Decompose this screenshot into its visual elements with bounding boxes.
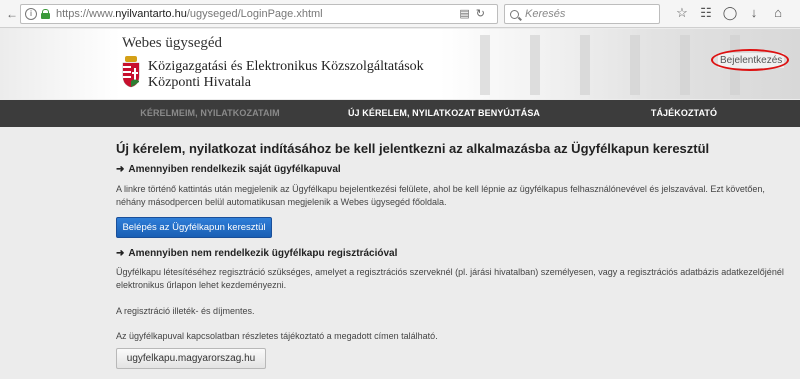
url-text[interactable]: https://www.nyilvantarto.hu/ugyseged/Log… bbox=[56, 8, 323, 20]
lock-icon bbox=[41, 9, 50, 19]
main-menu: KÉRELMEIM, NYILATKOZATAIM ÚJ KÉRELEM, NY… bbox=[0, 100, 800, 127]
site-title: Webes ügysegéd bbox=[122, 35, 223, 51]
info-icon[interactable]: i bbox=[25, 8, 37, 20]
download-icon[interactable]: ↓ bbox=[742, 5, 766, 21]
library-icon[interactable]: ☷ bbox=[694, 5, 718, 21]
coat-of-arms-icon bbox=[122, 56, 140, 88]
org-name-line2: Központi Hivatala bbox=[148, 75, 252, 90]
address-bar[interactable]: i https://www.nyilvantarto.hu/ugyseged/L… bbox=[20, 4, 498, 24]
fee-text: A regisztráció illeték- és díjmentes. bbox=[116, 306, 255, 316]
search-input[interactable]: Keresés bbox=[504, 4, 660, 24]
back-icon[interactable]: ← bbox=[4, 6, 20, 22]
section-heading-no-account: ➜ Amennyiben nem rendelkezik ügyfélkapu r… bbox=[116, 248, 398, 259]
highlight-annotation bbox=[711, 49, 789, 71]
main-content: Új kérelem, nyilatkozat indításához be k… bbox=[0, 127, 800, 379]
info-text: Az ügyfélkapuval kapcsolatban részletes … bbox=[116, 331, 438, 341]
menu-item-info[interactable]: TÁJÉKOZTATÓ bbox=[584, 100, 784, 127]
arrow-right-icon: ➜ bbox=[116, 248, 125, 259]
section-text-has-account: A linkre történő kattintás után megjelen… bbox=[116, 184, 765, 207]
home-icon[interactable]: ⌂ bbox=[766, 5, 790, 21]
section-heading-has-account: ➜ Amennyiben rendelkezik saját ügyfélkapu… bbox=[116, 164, 341, 175]
bookmark-star-icon[interactable]: ☆ bbox=[670, 5, 694, 21]
page-title: Új kérelem, nyilatkozat indításához be k… bbox=[116, 141, 710, 156]
org-name: Közigazgatási és Elektronikus Közszolgál… bbox=[148, 59, 424, 91]
ugyfelkapu-link-button[interactable]: ugyfelkapu.magyarorszag.hu bbox=[116, 348, 266, 369]
site-header: Webes ügysegéd Közigazgatási és Elektron… bbox=[0, 29, 800, 99]
reader-view-icon[interactable]: ▤↻ bbox=[459, 7, 491, 20]
browser-toolbar-icons: ☆ ☷ ◯ ↓ ⌂ bbox=[670, 5, 790, 21]
pocket-icon[interactable]: ◯ bbox=[718, 5, 742, 21]
arrow-right-icon: ➜ bbox=[116, 164, 125, 175]
section-text-no-account: Ügyfélkapu létesítéséhez regisztráció sz… bbox=[116, 267, 784, 290]
search-icon bbox=[510, 9, 519, 19]
menu-item-my-requests[interactable]: KÉRELMEIM, NYILATKOZATAIM bbox=[116, 100, 304, 127]
login-via-ugyfelkapu-button[interactable]: Belépés az Ügyfélkapun keresztül bbox=[116, 217, 272, 238]
menu-item-new-request[interactable]: ÚJ KÉRELEM, NYILATKOZAT BENYÚJTÁSA bbox=[304, 100, 584, 127]
org-name-line1: Közigazgatási és Elektronikus Közszolgál… bbox=[148, 59, 424, 74]
search-placeholder: Keresés bbox=[525, 8, 566, 20]
